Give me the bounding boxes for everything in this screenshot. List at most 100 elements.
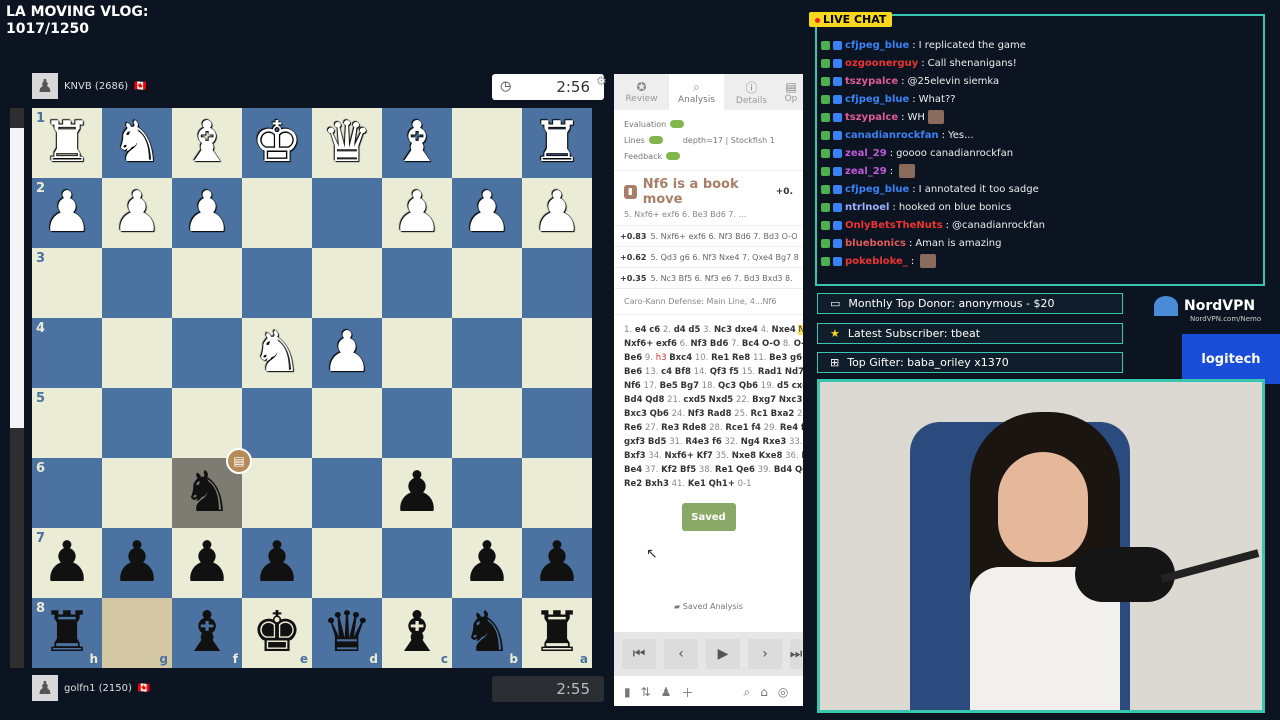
board-square[interactable]: ♝ <box>172 108 242 178</box>
move[interactable]: Re4 <box>780 423 798 433</box>
move[interactable]: Re8 <box>732 353 750 363</box>
board-square[interactable] <box>452 388 522 458</box>
move[interactable]: d5 <box>777 381 789 391</box>
settings-icon[interactable]: ◎ <box>778 685 788 699</box>
gear-icon[interactable]: ⚙ <box>596 74 607 88</box>
board-square[interactable]: ♟ <box>382 178 452 248</box>
move[interactable]: Qe4 <box>795 465 803 475</box>
move[interactable]: Be3 <box>769 353 787 363</box>
move[interactable]: c6 <box>649 325 660 335</box>
board-square[interactable]: d ♛ <box>312 598 382 668</box>
bank-icon[interactable]: ⌂ <box>760 685 768 699</box>
move[interactable]: dxe4 <box>735 325 758 335</box>
board-square[interactable] <box>102 388 172 458</box>
board-square[interactable] <box>242 248 312 318</box>
move[interactable]: Bxc3 <box>624 409 647 419</box>
move[interactable]: O-O <box>762 339 780 349</box>
top-player-name[interactable]: KNVB (2686) <box>64 81 128 92</box>
move[interactable]: R4e3 <box>685 437 709 447</box>
move[interactable]: cxd5 <box>683 395 706 405</box>
move[interactable]: d5 <box>688 325 700 335</box>
move[interactable]: Nd7 <box>785 367 803 377</box>
bottom-player-avatar[interactable]: ♟ <box>32 675 58 701</box>
piece-icon[interactable]: ♟ <box>661 685 672 699</box>
move[interactable]: g6 <box>790 353 802 363</box>
board-square[interactable]: ♟ <box>312 318 382 388</box>
book-move-line[interactable]: 5. Nxf6+ exf6 6. Be3 Bd6 7. ... <box>624 210 793 219</box>
lines-toggle[interactable] <box>648 136 663 144</box>
move[interactable]: Re3 <box>661 423 679 433</box>
board-square[interactable]: ♞ <box>102 108 172 178</box>
move[interactable]: Bd5 <box>648 437 666 447</box>
move[interactable]: Nf3 <box>690 339 707 349</box>
move[interactable]: cxd5 <box>792 381 803 391</box>
board-square[interactable]: ♟ <box>452 528 522 598</box>
board-square[interactable] <box>172 388 242 458</box>
board-square[interactable]: ♛ <box>312 108 382 178</box>
move[interactable]: Kf2 <box>661 465 677 475</box>
board-square[interactable] <box>102 318 172 388</box>
board-square[interactable]: a ♜ <box>522 598 592 668</box>
chat-username[interactable]: zeal_29 <box>845 166 887 177</box>
board-square[interactable]: 7 ♟ <box>32 528 102 598</box>
board-square[interactable] <box>312 248 382 318</box>
chess-piece[interactable]: ♝ <box>392 115 442 171</box>
chat-username[interactable]: cfjpeg_blue <box>845 40 909 51</box>
move[interactable]: Qb6 <box>650 409 669 419</box>
move[interactable]: Rc1 <box>750 409 768 419</box>
move[interactable]: e4 <box>635 325 647 335</box>
chess-piece[interactable]: ♚ <box>252 605 302 661</box>
board-square[interactable] <box>312 528 382 598</box>
board-square[interactable]: ♞ <box>242 318 312 388</box>
move[interactable]: Be6 <box>624 353 642 363</box>
board-square[interactable] <box>312 458 382 528</box>
chat-username[interactable]: OnlyBetsTheNuts <box>845 220 943 231</box>
board-square[interactable] <box>242 388 312 458</box>
chess-piece[interactable]: ♟ <box>392 185 442 241</box>
chess-piece[interactable]: ♟ <box>532 185 582 241</box>
chess-piece[interactable]: ♞ <box>112 115 162 171</box>
chess-piece[interactable]: ♟ <box>322 325 372 381</box>
move[interactable]: Bf8 <box>675 367 691 377</box>
move[interactable]: Re2 <box>624 479 642 489</box>
board-square[interactable]: 5 <box>32 388 102 458</box>
move[interactable]: Nxf6+ <box>665 451 694 461</box>
chat-username[interactable]: bluebonics <box>845 238 906 249</box>
move[interactable]: Bxa2 <box>771 409 795 419</box>
chess-piece[interactable]: ♟ <box>252 535 302 591</box>
board-square[interactable]: b ♞ <box>452 598 522 668</box>
zoom-icon[interactable]: ⌕ <box>743 685 750 700</box>
board-square[interactable] <box>102 458 172 528</box>
chess-piece[interactable]: ♟ <box>182 535 232 591</box>
board-square[interactable]: ♟ <box>522 178 592 248</box>
move[interactable]: Re1 <box>715 465 733 475</box>
chat-username[interactable]: pokebloke_ <box>845 256 908 267</box>
move[interactable]: Kf7 <box>697 451 713 461</box>
move[interactable]: gxf3 <box>624 437 645 447</box>
chat-username[interactable]: cfjpeg_blue <box>845 184 909 195</box>
board-square[interactable] <box>242 458 312 528</box>
move[interactable]: Qh1+ <box>709 479 735 489</box>
saved-analysis-link[interactable]: ▰ Saved Analysis <box>614 602 803 611</box>
plus-icon[interactable]: ＋ <box>681 684 693 701</box>
chess-piece[interactable]: ♟ <box>462 185 512 241</box>
move[interactable]: Bd4 <box>774 465 792 475</box>
feedback-toggle[interactable] <box>666 152 681 160</box>
board-square[interactable] <box>452 108 522 178</box>
chess-piece[interactable]: ♞ <box>182 465 232 521</box>
chat-username[interactable]: tszypalce <box>845 76 898 87</box>
chat-username[interactable]: cfjpeg_blue <box>845 94 909 105</box>
move[interactable]: Kxe8 <box>759 451 783 461</box>
board-square[interactable]: 1 ♜ <box>32 108 102 178</box>
chess-piece[interactable]: ♝ <box>182 605 232 661</box>
move[interactable]: Bxh3 <box>645 479 669 489</box>
chess-piece[interactable]: ♟ <box>112 185 162 241</box>
chess-piece[interactable]: ♚ <box>252 115 302 171</box>
board-square[interactable]: 3 <box>32 248 102 318</box>
chess-piece[interactable]: ♞ <box>252 325 302 381</box>
chess-board[interactable]: 1 ♜ ♞ ♝ ♚ ♛ ♝ ♜ 2 ♟ ♟ ♟ ♟ ♟ ♟ 3 4 ♞ ♟ 5 6 ♞ ▤ ♟ 7 ♟ ♟ ♟ ♟ ♟ ♟ 8 h ♜ g f ♝ e ♚ d… <box>32 108 592 668</box>
tab-openings[interactable]: ▤ Op <box>779 74 803 110</box>
board-square[interactable] <box>172 318 242 388</box>
flip-icon[interactable]: ⇅ <box>641 685 651 699</box>
move[interactable]: Rxe3 <box>763 437 787 447</box>
